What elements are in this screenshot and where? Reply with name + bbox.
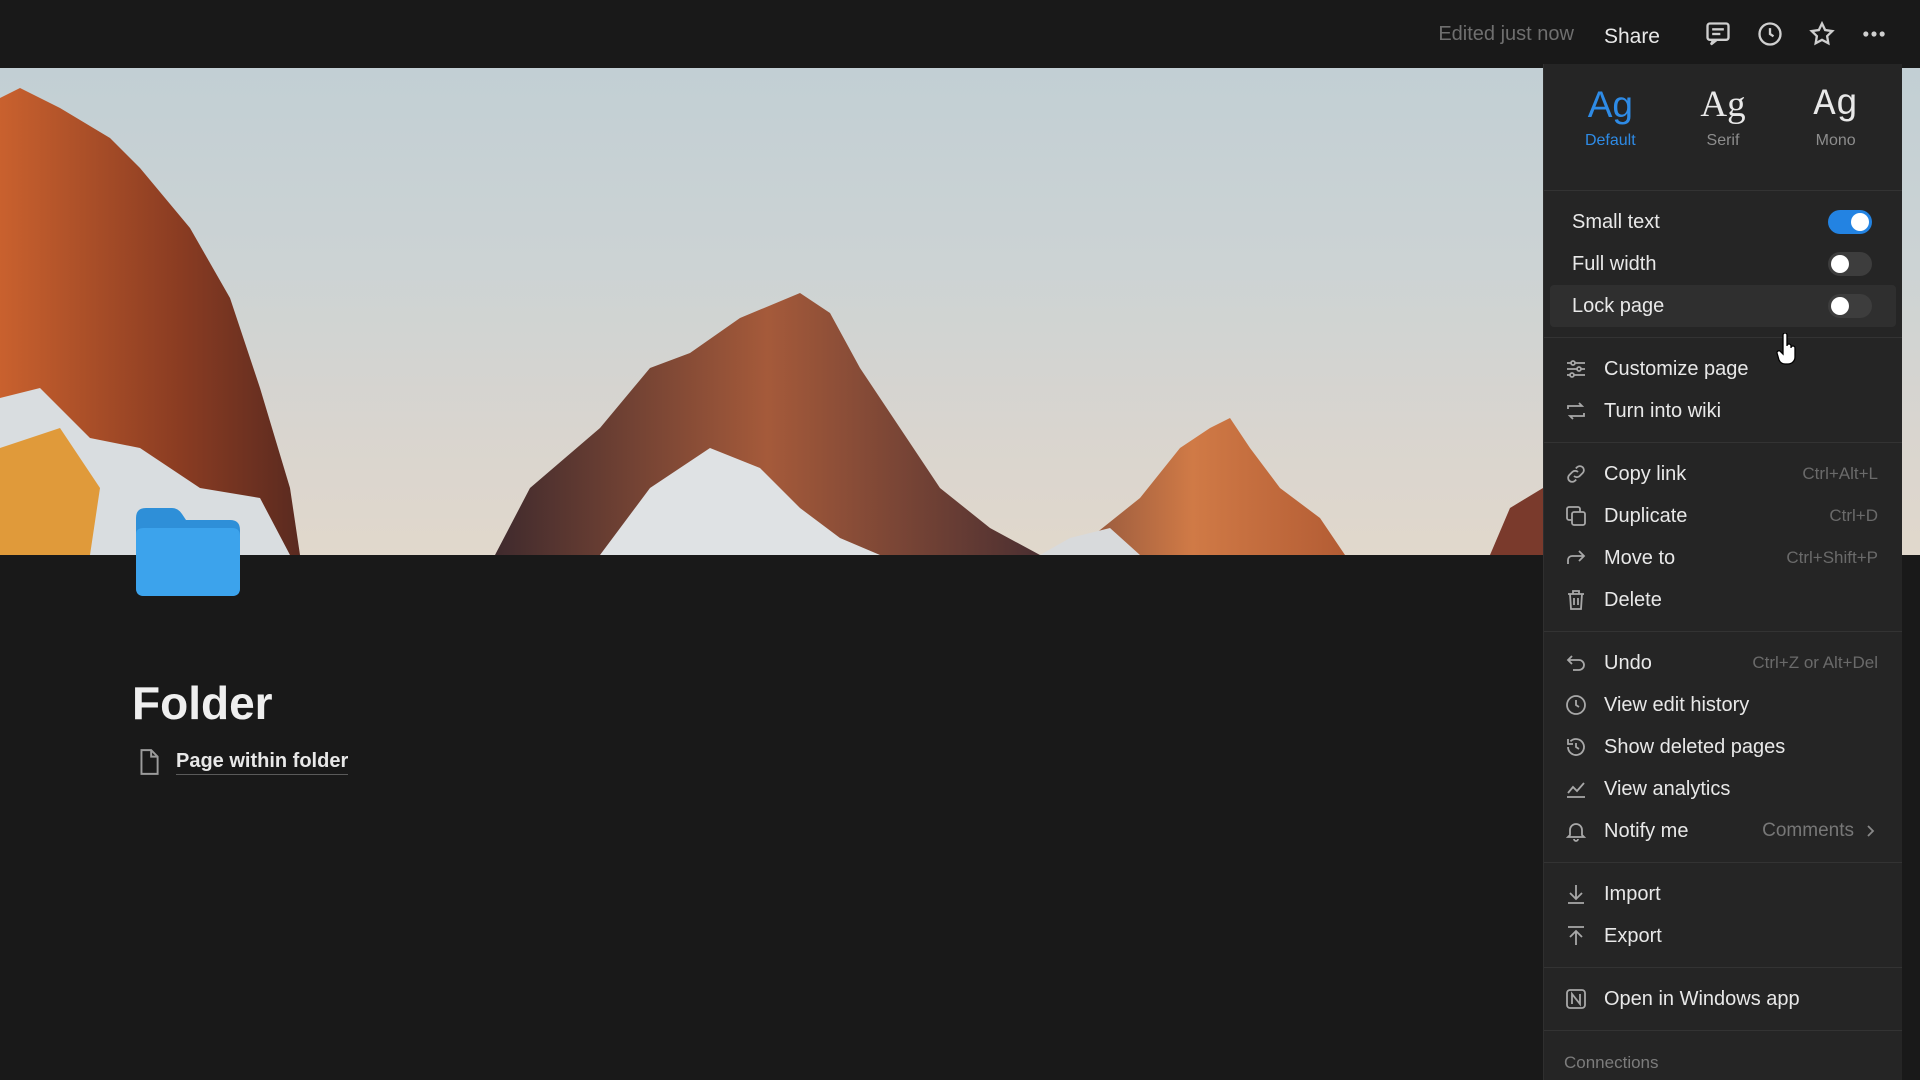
divider: [1544, 190, 1902, 191]
menu-item-label: Open in Windows app: [1604, 987, 1800, 1010]
toggle-label: Full width: [1572, 252, 1657, 275]
menu-item-notify-me[interactable]: Notify me Comments: [1544, 810, 1902, 852]
convert-icon: [1567, 402, 1585, 420]
menu-item-label: Duplicate: [1604, 504, 1688, 527]
font-glyph: Ag: [1813, 84, 1858, 126]
menu-item-label: Move to: [1604, 546, 1676, 569]
menu-item-move-to[interactable]: Move to Ctrl+Shift+P: [1544, 537, 1902, 579]
menu-item-view-analytics[interactable]: View analytics: [1544, 768, 1902, 810]
shortcut-hint: Ctrl+Alt+L: [1802, 464, 1878, 483]
chevron-right-icon: [1867, 825, 1875, 837]
divider: [1544, 862, 1902, 863]
menu-item-label: Undo: [1604, 651, 1652, 674]
menu-item-label: Turn into wiki: [1604, 399, 1722, 422]
menu-item-label: Import: [1604, 882, 1661, 905]
page-title[interactable]: Folder: [132, 676, 273, 730]
menu-item-customize-page[interactable]: Customize page: [1544, 348, 1902, 390]
full-width-switch[interactable]: [1828, 252, 1872, 276]
menu-item-label: Delete: [1604, 588, 1662, 611]
connections-heading: Connections: [1564, 1053, 1659, 1072]
menu-item-label: Customize page: [1604, 357, 1749, 380]
menu-item-import[interactable]: Import: [1544, 873, 1902, 915]
menu-item-open-in-windows-app[interactable]: Open in Windows app: [1544, 978, 1902, 1020]
lock-page-switch[interactable]: [1828, 294, 1872, 318]
move-arrow-icon: [1567, 550, 1586, 564]
divider: [1544, 967, 1902, 968]
menu-item-label: Export: [1604, 924, 1662, 947]
duplicate-icon: [1566, 506, 1586, 526]
edited-status: Edited just now: [1438, 22, 1574, 45]
divider: [1544, 631, 1902, 632]
small-text-switch[interactable]: [1828, 210, 1872, 234]
link-icon: [1567, 465, 1585, 483]
toggle-label: Small text: [1572, 210, 1660, 233]
star-icon[interactable]: [1802, 14, 1842, 54]
font-glyph: Ag: [1700, 84, 1746, 125]
undo-icon: [1566, 655, 1585, 671]
page-options-menu: Ag Default Ag Serif Ag Mono Small text F…: [1543, 64, 1902, 1080]
font-selector: Ag Default Ag Serif Ag Mono: [1544, 64, 1902, 180]
menu-item-label: Show deleted pages: [1604, 735, 1786, 758]
notify-me-value[interactable]: Comments: [1762, 820, 1878, 842]
divider: [1544, 337, 1902, 338]
menu-item-copy-link[interactable]: Copy link Ctrl+Alt+L: [1544, 453, 1902, 495]
lock-page-toggle-row[interactable]: Lock page: [1550, 285, 1896, 327]
font-glyph: Ag: [1587, 84, 1633, 125]
shortcut-hint: Ctrl+Z or Alt+Del: [1752, 653, 1878, 672]
subpage-title: Page within folder: [176, 750, 349, 775]
menu-item-label: View edit history: [1604, 693, 1750, 716]
folder-icon[interactable]: [132, 500, 244, 600]
trash-icon: [1568, 590, 1584, 610]
menu-item-delete[interactable]: Delete: [1544, 579, 1902, 621]
share-button[interactable]: Share: [1604, 19, 1660, 49]
menu-item-export[interactable]: Export: [1544, 915, 1902, 957]
subpage-link[interactable]: Page within folder: [136, 748, 349, 776]
divider: [1544, 442, 1902, 443]
top-bar: Edited just now Share: [0, 0, 1920, 68]
font-label: Mono: [1815, 132, 1856, 149]
menu-item-view-edit-history[interactable]: View edit history: [1544, 684, 1902, 726]
notion-app-icon: [1566, 989, 1586, 1009]
deleted-pages-icon: [1567, 738, 1585, 756]
menu-item-turn-into-wiki[interactable]: Turn into wiki: [1544, 390, 1902, 432]
menu-item-label: Notify me: [1604, 819, 1689, 842]
toggle-label: Lock page: [1572, 294, 1665, 317]
export-icon: [1568, 926, 1584, 945]
more-icon[interactable]: [1854, 14, 1894, 54]
menu-item-label: View analytics: [1604, 777, 1731, 800]
font-default-option[interactable]: Ag Default: [1560, 80, 1660, 180]
shortcut-hint: Ctrl+Shift+P: [1786, 548, 1878, 567]
font-serif-option[interactable]: Ag Serif: [1673, 80, 1773, 180]
divider: [1544, 1030, 1902, 1031]
menu-item-undo[interactable]: Undo Ctrl+Z or Alt+Del: [1544, 642, 1902, 684]
font-label: Serif: [1706, 132, 1740, 149]
shortcut-hint: Ctrl+D: [1829, 506, 1878, 525]
full-width-toggle-row[interactable]: Full width: [1550, 243, 1896, 285]
history-icon: [1566, 695, 1586, 715]
menu-item-label: Copy link: [1604, 462, 1687, 485]
font-label: Default: [1584, 132, 1636, 149]
notify-me-value-text: Comments: [1762, 820, 1854, 841]
menu-item-duplicate[interactable]: Duplicate Ctrl+D: [1544, 495, 1902, 537]
comment-icon[interactable]: [1698, 14, 1738, 54]
sliders-icon: [1567, 360, 1585, 378]
clock-icon[interactable]: [1750, 14, 1790, 54]
hand-cursor-icon: [1776, 333, 1796, 365]
page-icon: [140, 749, 159, 775]
menu-item-show-deleted-pages[interactable]: Show deleted pages: [1544, 726, 1902, 768]
bell-icon: [1565, 823, 1587, 842]
import-icon: [1568, 885, 1584, 904]
font-mono-option[interactable]: Ag Mono: [1786, 80, 1886, 180]
small-text-toggle-row[interactable]: Small text: [1550, 201, 1896, 243]
analytics-icon: [1567, 782, 1585, 798]
